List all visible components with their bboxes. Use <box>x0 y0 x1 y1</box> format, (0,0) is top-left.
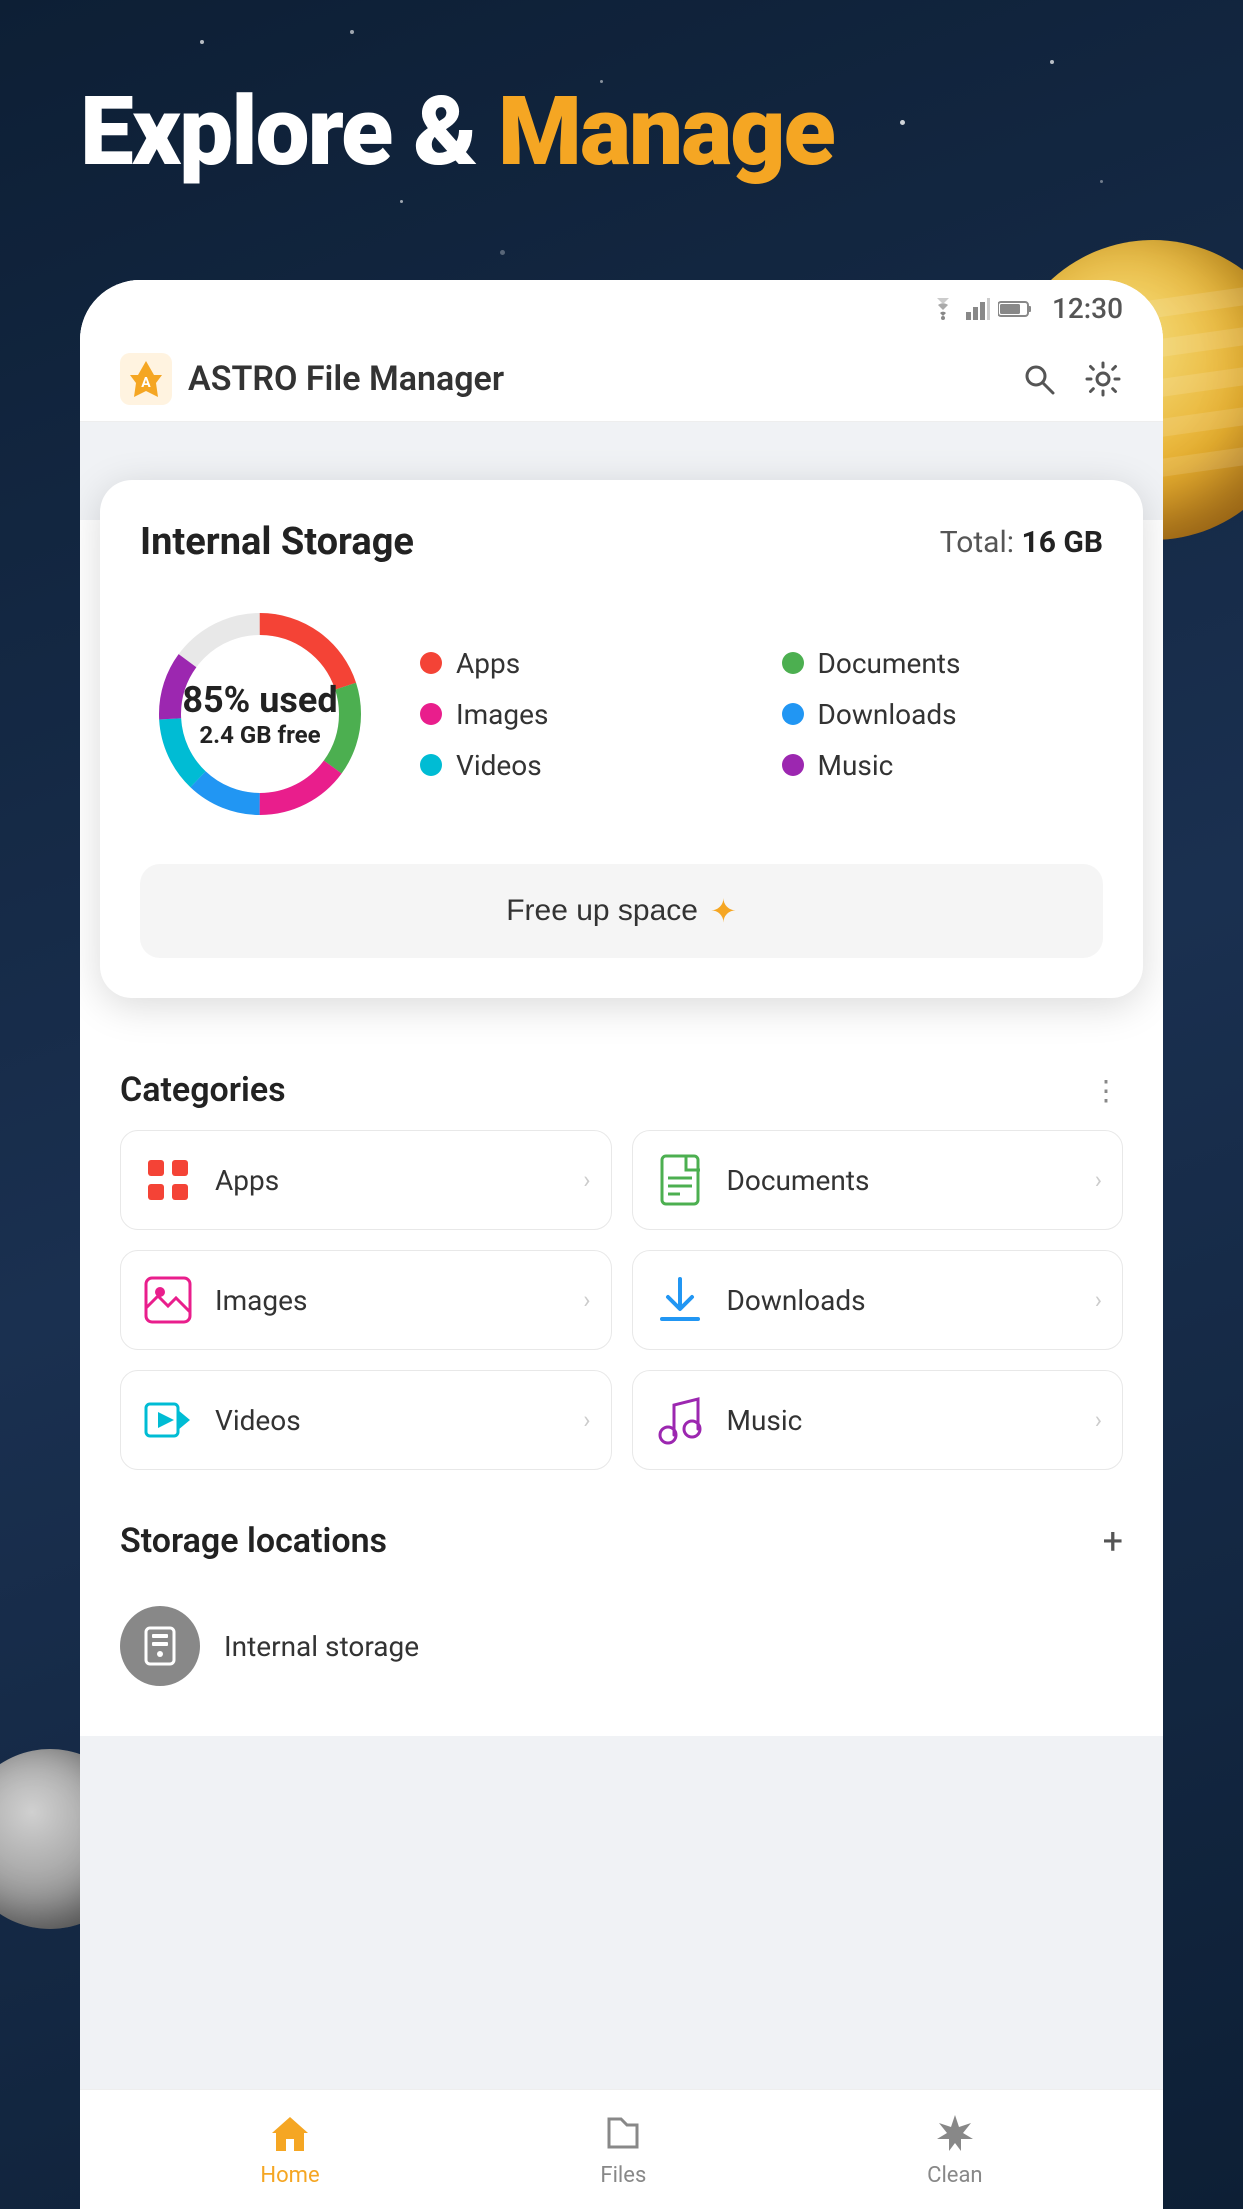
downloads-arrow: › <box>1095 1286 1102 1314</box>
legend-label-documents: Documents <box>818 647 961 680</box>
nav-label-clean: Clean <box>927 2163 982 2188</box>
nav-item-files[interactable]: Files <box>600 2111 646 2188</box>
storage-legend: Apps Documents Images Downloads <box>420 647 1103 782</box>
status-icons <box>928 298 1032 320</box>
storage-body: 85% used 2.4 GB free Apps Documents <box>140 594 1103 834</box>
app-name: ASTRO File Manager <box>188 359 1019 399</box>
legend-item-downloads: Downloads <box>782 698 1104 731</box>
legend-label-apps: Apps <box>456 647 520 680</box>
wifi-icon <box>928 298 958 320</box>
add-storage-icon[interactable]: + <box>1103 1520 1123 1562</box>
category-item-music[interactable]: Music › <box>632 1370 1124 1470</box>
files-nav-icon <box>601 2111 645 2155</box>
donut-percent: 85% used <box>182 679 337 721</box>
donut-center: 85% used 2.4 GB free <box>140 594 380 834</box>
hero-title-colored: Manage <box>498 76 834 188</box>
storage-locations-header: Storage locations + <box>120 1500 1123 1586</box>
apps-arrow: › <box>583 1166 590 1194</box>
top-bar-area: 12:30 A ASTRO File Manager <box>80 280 1163 422</box>
phone-area: 12:30 A ASTRO File Manager <box>80 280 1163 2209</box>
donut-chart: 85% used 2.4 GB free <box>140 594 380 834</box>
nav-item-home[interactable]: Home <box>260 2111 319 2188</box>
videos-icon <box>141 1393 195 1447</box>
nav-label-files: Files <box>600 2163 646 2188</box>
status-bar: 12:30 <box>80 280 1163 337</box>
sparkle-icon: ✦ <box>710 892 737 930</box>
internal-storage-name: Internal storage <box>224 1630 419 1663</box>
legend-dot-images <box>420 703 442 725</box>
documents-label: Documents <box>727 1164 1075 1197</box>
apps-icon <box>141 1153 195 1207</box>
legend-dot-apps <box>420 652 442 674</box>
battery-icon <box>998 300 1032 318</box>
category-item-documents[interactable]: Documents › <box>632 1130 1124 1230</box>
storage-card-header: Internal Storage Total: 16 GB <box>140 520 1103 564</box>
storage-card: Internal Storage Total: 16 GB <box>100 480 1143 998</box>
apps-label: Apps <box>215 1164 563 1197</box>
status-time: 12:30 <box>1052 292 1123 325</box>
category-item-images[interactable]: Images › <box>120 1250 612 1350</box>
storage-loc-item-internal[interactable]: Internal storage <box>120 1586 1123 1706</box>
signal-icon <box>966 298 990 320</box>
nav-label-home: Home <box>260 2163 319 2188</box>
categories-section: Categories ⋮ <box>80 1050 1163 1500</box>
category-item-apps[interactable]: Apps › <box>120 1130 612 1230</box>
legend-label-images: Images <box>456 698 548 731</box>
legend-item-videos: Videos <box>420 749 742 782</box>
phone-inner: 12:30 A ASTRO File Manager <box>80 280 1163 2209</box>
images-label: Images <box>215 1284 563 1317</box>
videos-arrow: › <box>583 1406 590 1434</box>
svg-text:A: A <box>141 375 151 391</box>
storage-locations-section: Storage locations + Internal s <box>80 1500 1163 1736</box>
categories-title: Categories <box>120 1070 286 1110</box>
legend-dot-downloads <box>782 703 804 725</box>
more-options-icon[interactable]: ⋮ <box>1092 1074 1123 1107</box>
images-icon <box>141 1273 195 1327</box>
documents-arrow: › <box>1095 1166 1102 1194</box>
donut-free: 2.4 GB free <box>199 721 320 749</box>
internal-storage-avatar <box>120 1606 200 1686</box>
hero-title-plain: Explore & <box>80 76 476 188</box>
legend-item-music: Music <box>782 749 1104 782</box>
categories-header: Categories ⋮ <box>120 1050 1123 1130</box>
videos-label: Videos <box>215 1404 563 1437</box>
legend-label-music: Music <box>818 749 894 782</box>
music-arrow: › <box>1095 1406 1102 1434</box>
bottom-nav: Home Files Clean <box>80 2089 1163 2209</box>
nav-item-clean[interactable]: Clean <box>927 2111 982 2188</box>
settings-icon[interactable] <box>1083 359 1123 399</box>
downloads-icon <box>653 1273 707 1327</box>
storage-title: Internal Storage <box>140 520 414 564</box>
legend-item-apps: Apps <box>420 647 742 680</box>
categories-grid: Apps › <box>120 1130 1123 1470</box>
storage-locations-title: Storage locations <box>120 1521 387 1561</box>
legend-dot-music <box>782 754 804 776</box>
music-label: Music <box>727 1404 1075 1437</box>
music-icon <box>653 1393 707 1447</box>
downloads-label: Downloads <box>727 1284 1075 1317</box>
legend-label-videos: Videos <box>456 749 542 782</box>
category-item-downloads[interactable]: Downloads › <box>632 1250 1124 1350</box>
clean-nav-icon <box>933 2111 977 2155</box>
documents-icon <box>653 1153 707 1207</box>
app-bar-actions <box>1019 359 1123 399</box>
legend-label-downloads: Downloads <box>818 698 957 731</box>
images-arrow: › <box>583 1286 590 1314</box>
free-up-space-button[interactable]: Free up space ✦ <box>140 864 1103 958</box>
category-item-videos[interactable]: Videos › <box>120 1370 612 1470</box>
legend-item-documents: Documents <box>782 647 1104 680</box>
storage-total: Total: 16 GB <box>940 525 1103 560</box>
app-bar: A ASTRO File Manager <box>80 337 1163 422</box>
app-logo-icon: A <box>120 353 172 405</box>
free-up-space-label: Free up space <box>506 894 698 928</box>
home-nav-icon <box>268 2111 312 2155</box>
legend-dot-videos <box>420 754 442 776</box>
legend-dot-documents <box>782 652 804 674</box>
search-icon[interactable] <box>1019 359 1059 399</box>
legend-item-images: Images <box>420 698 742 731</box>
hero-title: Explore & Manage <box>80 80 834 186</box>
